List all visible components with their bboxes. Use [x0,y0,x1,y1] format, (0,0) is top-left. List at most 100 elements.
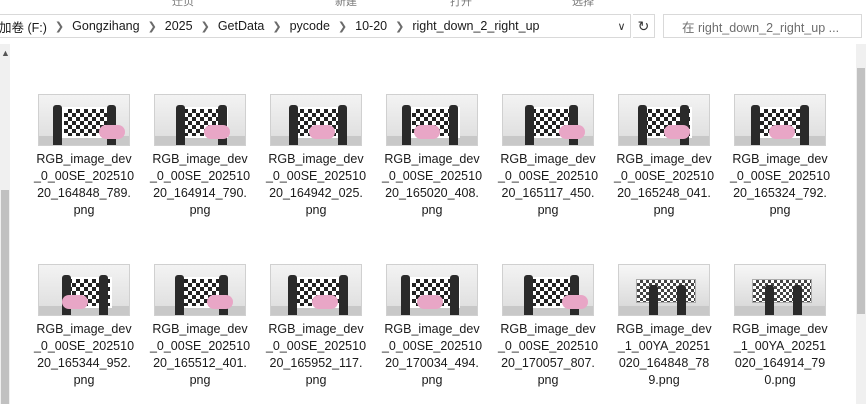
image-thumbnail [154,264,246,316]
file-name: RGB_image_dev _0_00SE_202510 20_165344_952… [32,321,136,389]
file-name-line: RGB_image_dev [36,152,132,166]
file-name-line: _0_00SE_202510 [149,339,251,353]
breadcrumb-item[interactable]: 10-20 [349,19,393,33]
file-item[interactable]: RGB_image_dev _0_00SE_202510 20_165020_408… [380,94,484,219]
file-name: RGB_image_dev _0_00SE_202510 20_165020_408… [380,151,484,219]
file-name-line: RGB_image_dev [384,322,480,336]
file-name: RGB_image_dev _0_00SE_202510 20_165952_117… [264,321,368,389]
chevron-right-icon[interactable]: ❯ [393,20,406,33]
chevron-right-icon[interactable]: ❯ [146,20,159,33]
breadcrumb-item[interactable]: pycode [284,19,336,33]
file-name-line: 20_165020_408. [385,186,479,200]
file-name-line: 020_164914_79 [734,356,826,370]
breadcrumb-item[interactable]: right_down_2_right_up [406,19,545,33]
file-name-line: 20_164914_790. [153,186,247,200]
ribbon-strip: 迁页 新建 打开 选择 [0,0,866,8]
file-name-line: 0.png [764,373,796,387]
file-name-line: _0_00SE_202510 [729,169,831,183]
file-item[interactable]: RGB_image_dev _0_00SE_202510 20_170034_494… [380,264,484,389]
search-box[interactable]: 在 right_down_2_right_up ... [663,14,862,38]
search-placeholder: 在 right_down_2_right_up ... [682,20,840,35]
file-name-line: png [537,373,559,387]
image-thumbnail [386,94,478,146]
file-name-line: 20_164942_025. [269,186,363,200]
chevron-right-icon[interactable]: ❯ [199,20,212,33]
file-name-line: png [73,373,95,387]
file-item[interactable]: RGB_image_dev _0_00SE_202510 20_165952_117… [264,264,368,389]
file-name: RGB_image_dev _0_00SE_202510 20_170034_494… [380,321,484,389]
breadcrumb-item[interactable]: Gongzihang [66,19,145,33]
file-item[interactable]: RGB_image_dev _0_00SE_202510 20_170057_807… [496,264,600,389]
file-name-line: 20_165248_041. [617,186,711,200]
chevron-right-icon[interactable]: ❯ [53,20,66,33]
breadcrumb-item[interactable]: 加卷 (F:) [0,17,53,36]
ribbon-label: 新建 [335,0,357,8]
navigation-pane-scrollbar[interactable]: ▲ [0,44,10,404]
file-name-line: _1_00YA_20251 [733,339,827,353]
image-thumbnail [38,264,130,316]
file-name-line: RGB_image_dev [36,322,132,336]
file-name-line: _0_00SE_202510 [497,339,599,353]
file-item[interactable]: RGB_image_dev _0_00SE_202510 20_164942_025… [264,94,368,219]
image-thumbnail [38,94,130,146]
file-name-line: 9.png [648,373,680,387]
file-name-line: 20_165344_952. [37,356,131,370]
file-name-line: png [769,203,791,217]
file-name-line: RGB_image_dev [616,322,712,336]
file-name: RGB_image_dev _0_00SE_202510 20_170057_807… [496,321,600,389]
file-name-line: _0_00SE_202510 [497,169,599,183]
file-name-line: 20_165324_792. [733,186,827,200]
file-view-scrollbar[interactable] [856,44,866,404]
image-thumbnail [270,94,362,146]
file-name-line: _0_00SE_202510 [33,169,135,183]
breadcrumb-item[interactable]: 2025 [159,19,199,33]
file-item[interactable]: RGB_image_dev _1_00YA_20251 020_164914_79 0… [728,264,832,389]
scroll-up-icon[interactable]: ▲ [1,48,10,58]
file-name-line: RGB_image_dev [152,322,248,336]
file-view: RGB_image_dev _0_00SE_202510 20_164848_789… [10,44,856,404]
file-name-line: RGB_image_dev [500,322,596,336]
ribbon-label: 迁页 [172,0,194,8]
file-name-line: 20_170034_494. [385,356,479,370]
chevron-right-icon[interactable]: ❯ [270,20,283,33]
file-name-line: _0_00SE_202510 [265,339,367,353]
file-name-line: png [73,203,95,217]
ribbon-label: 选择 [572,0,594,8]
file-name-line: RGB_image_dev [152,152,248,166]
file-item[interactable]: RGB_image_dev _0_00SE_202510 20_165512_401… [148,264,252,389]
image-thumbnail [270,264,362,316]
file-item[interactable]: RGB_image_dev _0_00SE_202510 20_164848_789… [32,94,136,219]
file-item[interactable]: RGB_image_dev _0_00SE_202510 20_165324_792… [728,94,832,219]
scrollbar-thumb[interactable] [1,190,9,404]
file-name-line: RGB_image_dev [268,322,364,336]
file-item[interactable]: RGB_image_dev _0_00SE_202510 20_165248_041… [612,94,716,219]
chevron-right-icon[interactable]: ❯ [336,20,349,33]
history-dropdown-icon[interactable]: ∨ [613,15,630,37]
file-item[interactable]: RGB_image_dev _0_00SE_202510 20_165117_450… [496,94,600,219]
file-name-line: _0_00SE_202510 [381,169,483,183]
file-name-line: _0_00SE_202510 [613,169,715,183]
file-name-line: RGB_image_dev [732,152,828,166]
file-name-line: RGB_image_dev [268,152,364,166]
image-thumbnail [386,264,478,316]
address-row: 加卷 (F:) ❯ Gongzihang ❯ 2025 ❯ GetData ❯ … [0,8,866,44]
image-thumbnail [154,94,246,146]
image-thumbnail [618,94,710,146]
file-name-line: _0_00SE_202510 [265,169,367,183]
address-bar[interactable]: 加卷 (F:) ❯ Gongzihang ❯ 2025 ❯ GetData ❯ … [0,14,631,38]
file-name: RGB_image_dev _1_00YA_20251 020_164848_78 9… [612,321,716,389]
file-item[interactable]: RGB_image_dev _0_00SE_202510 20_165344_952… [32,264,136,389]
file-name-line: png [421,373,443,387]
file-name-line: png [189,203,211,217]
breadcrumb-item[interactable]: GetData [212,19,271,33]
file-item[interactable]: RGB_image_dev _1_00YA_20251 020_164848_78 9… [612,264,716,389]
file-name: RGB_image_dev _0_00SE_202510 20_165512_401… [148,321,252,389]
scrollbar-thumb[interactable] [857,68,865,314]
file-name: RGB_image_dev _0_00SE_202510 20_165324_792… [728,151,832,219]
file-item[interactable]: RGB_image_dev _0_00SE_202510 20_164914_790… [148,94,252,219]
file-name: RGB_image_dev _0_00SE_202510 20_164942_025… [264,151,368,219]
file-name-line: _0_00SE_202510 [149,169,251,183]
file-name: RGB_image_dev _1_00YA_20251 020_164914_79 0… [728,321,832,389]
refresh-icon[interactable]: ↻ [633,14,655,38]
file-name-line: png [305,373,327,387]
